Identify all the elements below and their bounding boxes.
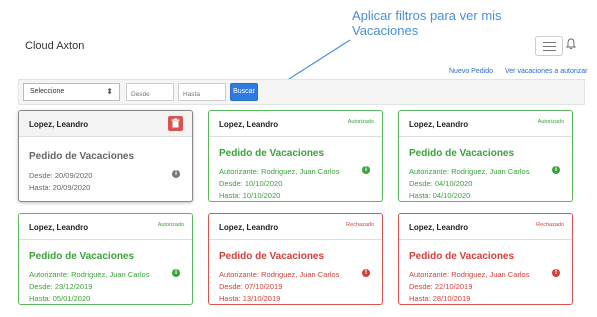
date-from: Desde: 22/10/2019 bbox=[409, 282, 473, 291]
date-from: Desde: 07/10/2019 bbox=[219, 282, 283, 291]
card-header: Lopez, Leandro Rechazado bbox=[209, 214, 382, 240]
card-header: Lopez, Leandro Autorizado bbox=[399, 111, 572, 137]
status-badge: Autorizado bbox=[537, 119, 564, 125]
search-button[interactable]: Buscar bbox=[230, 83, 258, 101]
employee-name: Lopez, Leandro bbox=[219, 120, 279, 129]
card-header: Lopez, Leandro bbox=[19, 111, 192, 137]
card-title: Pedido de Vacaciones bbox=[29, 151, 135, 162]
date-to: Hasta: 20/09/2020 bbox=[29, 183, 91, 192]
card-title: Pedido de Vacaciones bbox=[219, 148, 325, 159]
status-badge: Autorizado bbox=[347, 119, 374, 125]
employee-name: Lopez, Leandro bbox=[409, 120, 469, 129]
info-circle-icon[interactable]: i bbox=[552, 166, 560, 174]
info-circle-icon[interactable]: ! bbox=[362, 269, 370, 277]
employee-name: Lopez, Leandro bbox=[29, 120, 89, 129]
vacation-card[interactable]: Lopez, Leandro Rechazado Pedido de Vacac… bbox=[208, 213, 383, 305]
date-to: Hasta: 05/01/2020 bbox=[29, 294, 91, 303]
trash-icon bbox=[171, 118, 180, 128]
vacation-card[interactable]: Lopez, Leandro Rechazado Pedido de Vacac… bbox=[398, 213, 573, 305]
card-title: Pedido de Vacaciones bbox=[29, 251, 135, 262]
card-header: Lopez, Leandro Autorizado bbox=[209, 111, 382, 137]
authorize-vacations-link[interactable]: Ver vacaciones a autorizar bbox=[505, 68, 588, 75]
authorizer: Autorizante: Rodriguez, Juan Carlos bbox=[219, 167, 340, 176]
date-from: Desde: 04/10/2020 bbox=[409, 179, 473, 188]
vacation-card[interactable]: Lopez, Leandro Autorizado Pedido de Vaca… bbox=[398, 110, 573, 202]
date-to: Hasta: 28/10/2019 bbox=[409, 294, 471, 303]
callout-annotation: Aplicar filtros para ver mis Vacaciones bbox=[352, 8, 502, 38]
vacation-card[interactable]: Lopez, Leandro Pedido de Vacaciones Desd… bbox=[18, 110, 193, 202]
employee-name: Lopez, Leandro bbox=[29, 223, 89, 232]
authorizer: Autorizante: Rodriguez, Juan Carlos bbox=[219, 270, 340, 279]
filter-bar: Seleccione ⬍ Buscar bbox=[18, 79, 585, 105]
date-to: Hasta: 10/10/2020 bbox=[219, 191, 281, 200]
date-from: Desde: 20/09/2020 bbox=[29, 171, 93, 180]
employee-name: Lopez, Leandro bbox=[409, 223, 469, 232]
info-circle-icon[interactable]: i bbox=[172, 269, 180, 277]
status-badge: Rechazado bbox=[536, 222, 564, 228]
employee-name: Lopez, Leandro bbox=[219, 223, 279, 232]
date-to: Hasta: 04/10/2020 bbox=[409, 191, 471, 200]
card-header: Lopez, Leandro Rechazado bbox=[399, 214, 572, 240]
hamburger-menu-icon[interactable] bbox=[535, 36, 563, 56]
card-header: Lopez, Leandro Autorizado bbox=[19, 214, 192, 240]
status-select[interactable]: Seleccione ⬍ bbox=[23, 83, 120, 101]
info-circle-icon[interactable]: i bbox=[362, 166, 370, 174]
date-from-input[interactable] bbox=[126, 83, 174, 101]
info-circle-icon[interactable]: ! bbox=[552, 269, 560, 277]
card-title: Pedido de Vacaciones bbox=[409, 251, 515, 262]
delete-button[interactable] bbox=[168, 116, 183, 131]
status-select-value: Seleccione bbox=[30, 88, 65, 95]
bell-icon[interactable] bbox=[566, 38, 576, 50]
date-to-input[interactable] bbox=[178, 83, 226, 101]
app-brand: Cloud Axton bbox=[25, 40, 85, 52]
date-to: Hasta: 13/10/2019 bbox=[219, 294, 281, 303]
chevron-down-icon: ⬍ bbox=[106, 87, 113, 96]
card-title: Pedido de Vacaciones bbox=[409, 148, 515, 159]
date-from: Desde: 10/10/2020 bbox=[219, 179, 283, 188]
card-title: Pedido de Vacaciones bbox=[219, 251, 325, 262]
authorizer: Autorizante: Rodriguez, Juan Carlos bbox=[29, 270, 150, 279]
authorizer: Autorizante: Rodriguez, Juan Carlos bbox=[409, 270, 530, 279]
authorizer: Autorizante: Rodriguez, Juan Carlos bbox=[409, 167, 530, 176]
vacation-card[interactable]: Lopez, Leandro Autorizado Pedido de Vaca… bbox=[18, 213, 193, 305]
new-request-link[interactable]: Nuevo Pedido bbox=[449, 68, 493, 75]
info-circle-icon[interactable]: i bbox=[172, 170, 180, 178]
status-badge: Autorizado bbox=[157, 222, 184, 228]
date-from: Desde: 23/12/2019 bbox=[29, 282, 93, 291]
status-badge: Rechazado bbox=[346, 222, 374, 228]
vacation-card[interactable]: Lopez, Leandro Autorizado Pedido de Vaca… bbox=[208, 110, 383, 202]
